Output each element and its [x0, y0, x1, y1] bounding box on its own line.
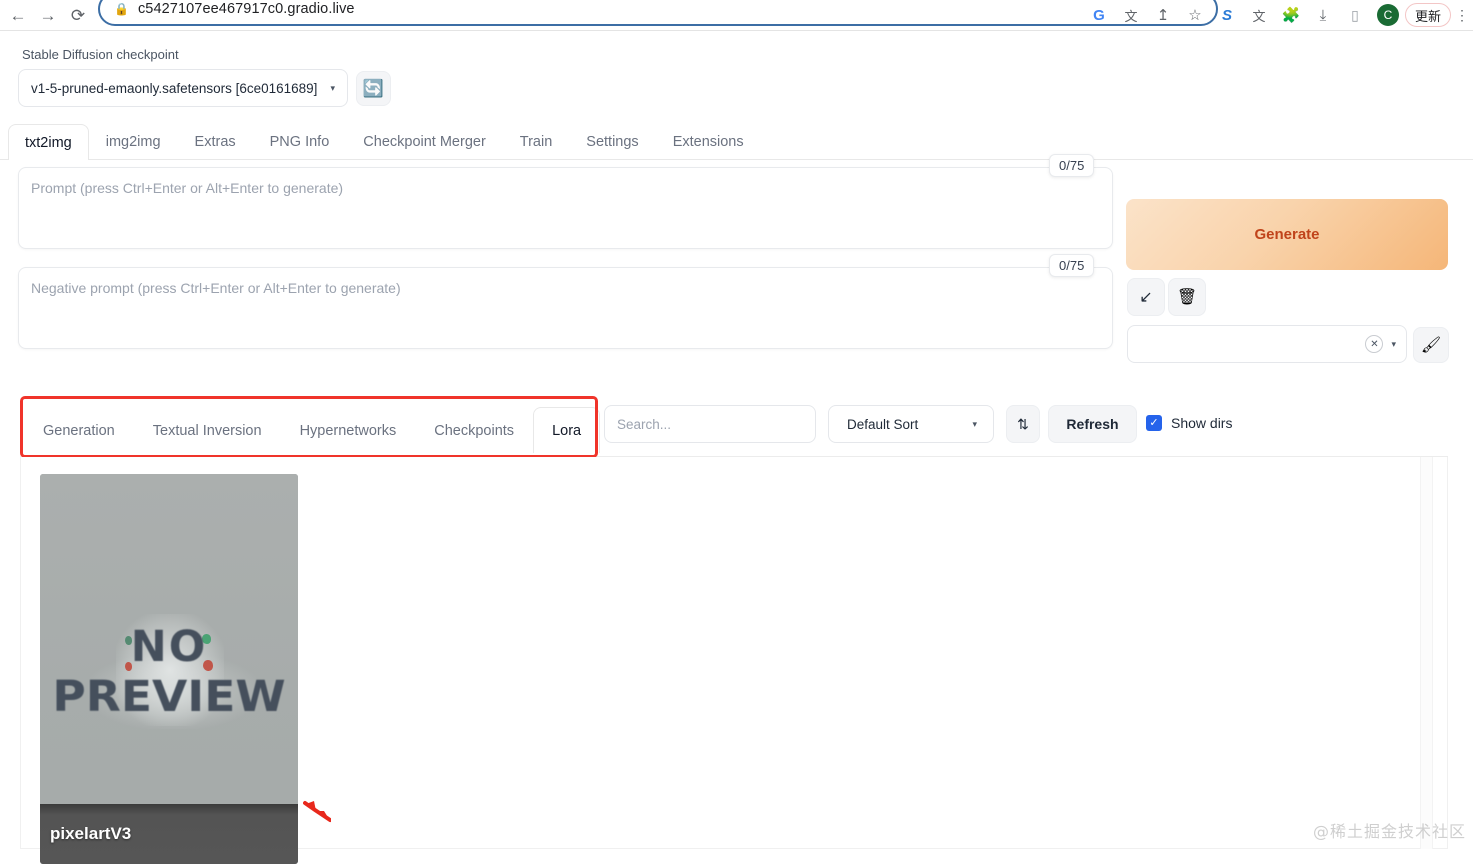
- trash-icon: 🗑: [1176, 289, 1198, 306]
- side-panel-icon[interactable]: ▯: [1339, 0, 1371, 30]
- tab-png-info[interactable]: PNG Info: [253, 124, 347, 159]
- prompt-token-counter: 0/75: [1049, 154, 1095, 177]
- chevron-down-icon: ▾: [1391, 338, 1396, 349]
- browser-toolbar: ← → ⟳ 🔒 c5427107ee467917c0.gradio.live G…: [0, 0, 1473, 30]
- checkpoint-dropdown[interactable]: v1-5-pruned-emaonly.safetensors [6ce0161…: [18, 69, 348, 107]
- tab-txt2img[interactable]: txt2img: [8, 124, 89, 160]
- clear-prompt-button[interactable]: 🗑: [1168, 278, 1206, 316]
- checkpoint-value: v1-5-pruned-emaonly.safetensors [6ce0161…: [31, 80, 318, 96]
- extra-networks-tab-bar: Generation Textual Inversion Hypernetwor…: [24, 401, 601, 453]
- show-dirs-checkbox[interactable]: ✓: [1146, 415, 1162, 431]
- url-text: c5427107ee467917c0.gradio.live: [137, 1, 355, 17]
- negative-prompt-token-counter: 0/75: [1049, 254, 1095, 277]
- translate-icon[interactable]: 文: [1115, 0, 1147, 30]
- sort-value: Default Sort: [847, 416, 919, 432]
- search-input[interactable]: Search...: [604, 405, 816, 443]
- close-icon[interactable]: ✕: [1365, 335, 1384, 353]
- prompt-placeholder: Prompt (press Ctrl+Enter or Alt+Enter to…: [31, 180, 344, 196]
- back-arrow-icon[interactable]: ←: [3, 0, 33, 30]
- sort-updown-icon: ⇅: [1017, 415, 1029, 432]
- address-bar[interactable]: 🔒 c5427107ee467917c0.gradio.live: [98, 0, 1218, 26]
- download-icon[interactable]: ⤓: [1307, 0, 1339, 30]
- scrollbar-track[interactable]: [1420, 457, 1433, 849]
- tab-extras[interactable]: Extras: [178, 124, 253, 159]
- extension-s-icon[interactable]: S: [1211, 0, 1243, 30]
- card-name-label: pixelartV3: [50, 824, 132, 843]
- browser-actions: G 文 ↥ ☆ S 文 🧩 ⤓ ▯ C 更新 ⋮: [1083, 0, 1473, 30]
- prompt-input[interactable]: Prompt (press Ctrl+Enter or Alt+Enter to…: [18, 167, 1113, 249]
- no-preview-text-line1: NO: [130, 622, 208, 672]
- bookmark-star-icon[interactable]: ☆: [1179, 0, 1211, 30]
- edit-styles-button[interactable]: 🖌: [1413, 327, 1449, 363]
- no-preview-text-line2: PREVIEW: [52, 672, 286, 722]
- chevron-down-icon: ▾: [972, 418, 977, 429]
- tab-checkpoint-merger[interactable]: Checkpoint Merger: [346, 124, 503, 159]
- forward-arrow-icon[interactable]: →: [33, 0, 63, 30]
- paintbrush-icon: 🖌: [1420, 337, 1442, 354]
- avatar[interactable]: C: [1376, 4, 1399, 26]
- show-dirs-label: Show dirs: [1171, 415, 1233, 431]
- watermark: @稀土掘金技术社区: [1313, 822, 1467, 841]
- annotation-arrow-icon: [303, 801, 331, 822]
- lora-cards-panel: NO PREVIEW pixelartV3: [20, 457, 1448, 864]
- update-button[interactable]: 更新: [1404, 3, 1451, 27]
- card-footer: pixelartV3: [40, 804, 298, 864]
- tab-checkpoints[interactable]: Checkpoints: [415, 407, 533, 453]
- tab-generation[interactable]: Generation: [24, 407, 134, 453]
- show-dirs-checkbox-wrapper[interactable]: ✓ Show dirs: [1146, 415, 1232, 431]
- read-generation-params-button[interactable]: ↙: [1127, 278, 1165, 316]
- sort-direction-button[interactable]: ⇅: [1006, 405, 1040, 443]
- main-tab-bar: txt2img img2img Extras PNG Info Checkpoi…: [0, 124, 1473, 160]
- negative-prompt-placeholder: Negative prompt (press Ctrl+Enter or Alt…: [31, 280, 401, 296]
- extension-translate-icon[interactable]: 文: [1243, 0, 1275, 30]
- tab-img2img[interactable]: img2img: [89, 124, 178, 159]
- webui-page: Stable Diffusion checkpoint v1-5-pruned-…: [0, 31, 1473, 864]
- arrow-down-left-icon: ↙: [1139, 289, 1153, 306]
- refresh-checkpoints-button[interactable]: 🔄: [356, 71, 391, 106]
- generate-button[interactable]: Generate: [1126, 199, 1448, 270]
- tab-extensions[interactable]: Extensions: [656, 124, 761, 159]
- tab-settings[interactable]: Settings: [569, 124, 655, 159]
- checkpoint-label: Stable Diffusion checkpoint: [22, 47, 179, 62]
- styles-dropdown[interactable]: ✕ ▾: [1127, 325, 1407, 363]
- puzzle-extensions-icon[interactable]: 🧩: [1275, 0, 1307, 30]
- kebab-menu-icon[interactable]: ⋮: [1451, 7, 1473, 24]
- sort-dropdown[interactable]: Default Sort ▾: [828, 405, 994, 443]
- tab-textual-inversion[interactable]: Textual Inversion: [134, 407, 281, 453]
- reload-icon[interactable]: ⟳: [63, 0, 93, 30]
- tab-lora[interactable]: Lora: [533, 407, 601, 453]
- list-item[interactable]: NO PREVIEW pixelartV3: [40, 474, 298, 864]
- tab-hypernetworks[interactable]: Hypernetworks: [281, 407, 416, 453]
- negative-prompt-input[interactable]: Negative prompt (press Ctrl+Enter or Alt…: [18, 267, 1113, 349]
- tab-train[interactable]: Train: [503, 124, 570, 159]
- google-icon[interactable]: G: [1083, 0, 1115, 30]
- share-icon[interactable]: ↥: [1147, 0, 1179, 30]
- refresh-button[interactable]: Refresh: [1048, 405, 1137, 443]
- chevron-down-icon: ▾: [330, 82, 335, 93]
- refresh-icon: 🔄: [362, 78, 385, 98]
- search-placeholder: Search...: [617, 416, 672, 432]
- lock-icon: 🔒: [114, 2, 129, 16]
